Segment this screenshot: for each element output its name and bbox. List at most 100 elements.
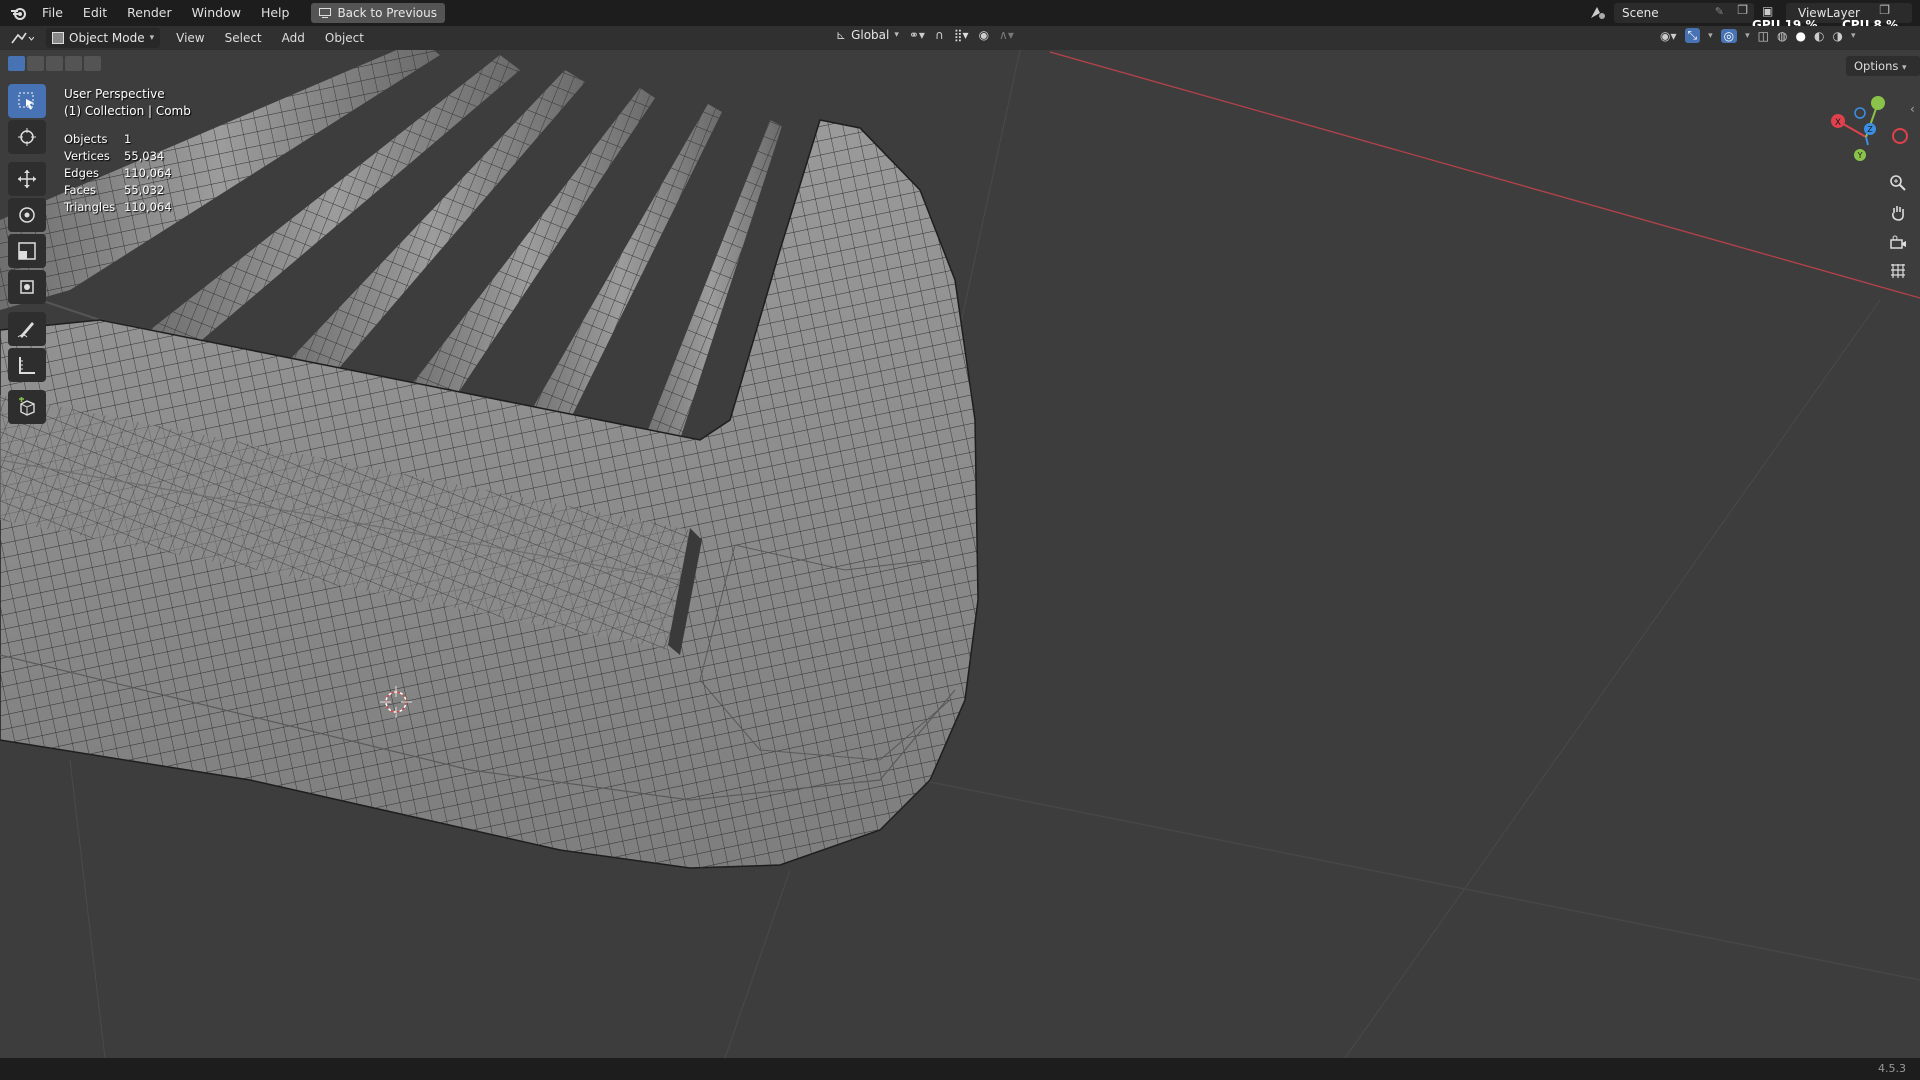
mode-label: Object Mode: [69, 31, 145, 45]
cursor-tool[interactable]: [8, 120, 46, 154]
viewport-info: User Perspective (1) Collection | Comb: [64, 86, 191, 120]
measure-tool[interactable]: [8, 348, 46, 382]
viewport-display-tools: ◉▾ ⤡ ▾ ◎ ▾ ◫ ◍ ● ◐ ◑ ▾: [1660, 28, 1855, 43]
stat-value: 110,064: [124, 166, 172, 180]
menu-select[interactable]: Select: [215, 28, 272, 48]
chevron-down-icon[interactable]: ▾: [1745, 31, 1750, 41]
version-label: 4.5.3: [1878, 1062, 1906, 1075]
solid-shading-icon[interactable]: ●: [1795, 29, 1805, 43]
editor-type-icon[interactable]: [10, 28, 40, 48]
menu-render[interactable]: Render: [117, 0, 182, 26]
sidebar-toggle-icon[interactable]: ‹: [1910, 102, 1915, 116]
wireframe-shading-icon[interactable]: ◍: [1777, 29, 1787, 43]
pin-icon[interactable]: ✎: [1715, 5, 1724, 18]
stat-label: Faces: [64, 183, 96, 197]
menu-file[interactable]: File: [32, 0, 73, 26]
stat-value: 1: [124, 132, 132, 146]
rotate-icon: [19, 207, 35, 223]
x-axis-line: [1049, 51, 1920, 299]
tool-shelf: [8, 84, 46, 426]
options-dropdown[interactable]: Options ▾: [1846, 56, 1920, 76]
select-new-icon[interactable]: [8, 56, 25, 71]
menu-help[interactable]: Help: [251, 0, 300, 26]
stat-label: Objects: [64, 132, 108, 146]
orientation-axes-icon: ⊾: [836, 28, 847, 42]
new-view-layer-icon[interactable]: ❐: [1879, 3, 1890, 17]
mode-selector[interactable]: Object Mode ▾: [46, 28, 161, 48]
select-invert-icon[interactable]: [65, 56, 82, 71]
scene-name: Scene: [1622, 6, 1659, 20]
material-shading-icon[interactable]: ◐: [1814, 29, 1824, 43]
chevron-down-icon[interactable]: ▾: [1708, 31, 1713, 41]
selection-mode-group: [8, 56, 101, 71]
select-intersect-icon[interactable]: [84, 56, 101, 71]
stat-row: Edges 110,064: [64, 165, 172, 182]
options-label: Options: [1854, 59, 1899, 73]
annotate-pencil-icon: [17, 322, 34, 338]
move-tool[interactable]: [8, 162, 46, 196]
blender-logo-icon[interactable]: [8, 3, 28, 23]
transform-tool[interactable]: [8, 270, 46, 304]
ortho-grid-icon[interactable]: [1884, 258, 1912, 284]
select-box-tool[interactable]: [8, 84, 46, 118]
add-cube-tool[interactable]: [8, 390, 46, 424]
collection-label: (1) Collection | Comb: [64, 104, 191, 118]
menu-window[interactable]: Window: [182, 0, 251, 26]
menu-add[interactable]: Add: [272, 28, 315, 48]
pivot-point-icon[interactable]: ⚭▾: [909, 28, 925, 42]
menu-object[interactable]: Object: [315, 28, 374, 48]
stat-value: 55,034: [124, 149, 165, 163]
scene-statistics: Objects 1 Vertices 55,034 Edges 110,064 Fac…: [64, 131, 172, 216]
svg-text:X: X: [1835, 118, 1841, 128]
rotate-tool[interactable]: [8, 198, 46, 232]
falloff-curve-icon[interactable]: ∧▾: [999, 28, 1014, 42]
scale-icon: [18, 242, 36, 260]
cursor-icon: [18, 128, 36, 146]
transform-icon: [20, 280, 34, 294]
stat-label: Vertices: [64, 149, 110, 163]
select-subtract-icon[interactable]: [46, 56, 63, 71]
zoom-icon[interactable]: [1884, 170, 1912, 196]
svg-text:Z: Z: [1867, 125, 1873, 134]
chevron-down-icon: ▾: [149, 33, 155, 43]
back-to-previous-label: Back to Previous: [337, 6, 437, 20]
orientation-label: Global: [851, 28, 890, 42]
viewport-3d[interactable]: X Z Y: [0, 50, 1920, 1058]
proportional-editing-icon[interactable]: ◉: [979, 28, 989, 42]
transform-tools: ⊾ Global ▾ ⚭▾ ∩ ⣿▾ ◉ ∧▾: [836, 28, 1014, 42]
pan-hand-icon[interactable]: [1884, 200, 1912, 226]
overlays-toggle-icon[interactable]: ◎: [1720, 28, 1738, 43]
stat-row: Objects 1: [64, 131, 172, 148]
xray-toggle-icon[interactable]: ◫: [1758, 29, 1769, 43]
scene-selector[interactable]: Scene ✎ ❐: [1614, 3, 1754, 23]
back-to-previous-button[interactable]: Back to Previous: [311, 3, 445, 23]
orientation-selector[interactable]: ⊾ Global ▾: [836, 28, 899, 42]
snap-magnet-icon[interactable]: ∩: [935, 28, 944, 42]
new-scene-icon[interactable]: ❐: [1737, 3, 1748, 17]
annotate-tool[interactable]: [8, 312, 46, 346]
stat-value: 55,032: [124, 183, 165, 197]
stat-row: Vertices 55,034: [64, 148, 172, 165]
rendered-shading-icon[interactable]: ◑: [1832, 29, 1842, 43]
navigation-gizmo[interactable]: X Z Y: [1831, 96, 1908, 161]
chevron-down-icon[interactable]: ▾: [1851, 31, 1856, 41]
chevron-down-icon: ▾: [894, 30, 899, 40]
select-extend-icon[interactable]: [27, 56, 44, 71]
gizmo-toggle-icon[interactable]: ⤡: [1684, 28, 1701, 43]
y-axis-icon[interactable]: [1871, 96, 1885, 110]
menu-view[interactable]: View: [166, 28, 214, 48]
add-cube-icon: [19, 397, 35, 416]
status-bar: 4.5.3: [0, 1058, 1920, 1080]
visibility-eye-icon[interactable]: ◉▾: [1660, 29, 1677, 43]
scale-tool[interactable]: [8, 234, 46, 268]
select-box-icon: [18, 92, 34, 110]
screen-icon: [319, 8, 332, 18]
snap-grid-icon[interactable]: ⣿▾: [954, 28, 969, 42]
move-icon: [18, 170, 36, 188]
perspective-label: User Perspective: [64, 87, 165, 101]
camera-view-icon[interactable]: [1884, 230, 1912, 256]
stat-row: Triangles 110,064: [64, 199, 172, 216]
object-mode-icon: [52, 32, 64, 44]
scene-icon[interactable]: [1588, 4, 1610, 22]
menu-edit[interactable]: Edit: [73, 0, 117, 26]
